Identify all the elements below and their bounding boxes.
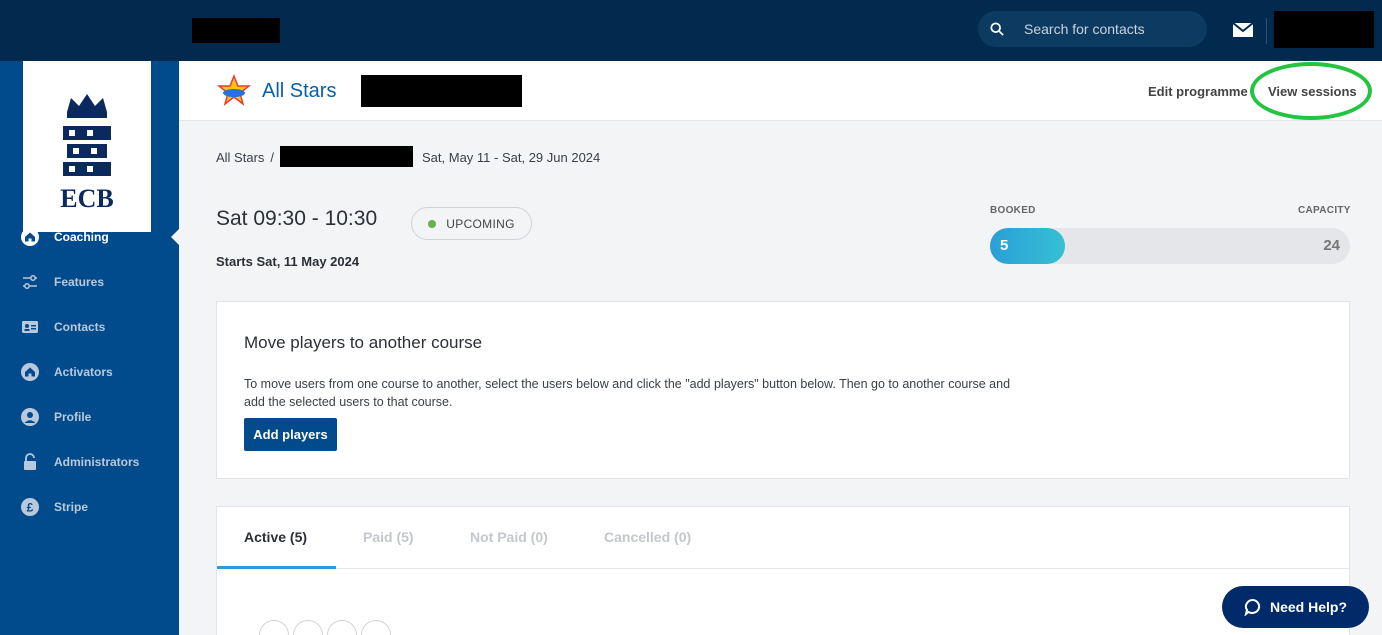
email-icon[interactable] <box>327 620 357 635</box>
programme-title[interactable]: All Stars <box>262 80 336 103</box>
sms-icon[interactable] <box>361 620 391 635</box>
move-players-description: To move users from one course to another… <box>244 377 1011 409</box>
tab-not-paid[interactable]: Not Paid (0) <box>470 529 548 545</box>
booked-label: BOOKED <box>990 205 1036 216</box>
sidebar-item-administrators[interactable]: Administrators <box>0 447 179 477</box>
session-start-date: Starts Sat, 11 May 2024 <box>216 254 360 269</box>
search-placeholder: Search for contacts <box>1024 21 1145 37</box>
sidebar-item-contacts[interactable]: Contacts <box>0 312 179 342</box>
active-indicator <box>171 228 180 246</box>
redacted-user-menu[interactable] <box>1274 11 1374 48</box>
sliders-icon <box>23 275 37 289</box>
booked-count: 5 <box>1000 237 1009 254</box>
tab-active[interactable]: Active (5) <box>244 529 307 545</box>
search-icon <box>990 22 1004 36</box>
id-card-icon <box>22 321 38 333</box>
lock-icon <box>24 453 36 470</box>
redacted-course-name <box>280 146 413 167</box>
need-help-button[interactable]: Need Help? <box>1222 586 1369 628</box>
svg-text:£: £ <box>27 501 34 515</box>
print-icon[interactable] <box>259 620 289 635</box>
tab-cancelled[interactable]: Cancelled (0) <box>604 529 691 545</box>
export-icon[interactable] <box>293 620 323 635</box>
ecb-logo[interactable]: ECB <box>23 61 151 232</box>
capacity-count: 24 <box>1323 237 1340 254</box>
players-tabs-card: Active (5) Paid (5) Not Paid (0) Cancell… <box>216 506 1350 635</box>
highlight-annotation <box>1250 62 1372 120</box>
user-icon <box>21 408 39 426</box>
tab-paid[interactable]: Paid (5) <box>363 529 414 545</box>
status-badge: UPCOMING <box>411 207 532 240</box>
sidebar-item-profile[interactable]: Profile <box>0 402 179 432</box>
sidebar-item-stripe[interactable]: £ Stripe <box>0 492 179 522</box>
sidebar-item-features[interactable]: Features <box>0 267 179 297</box>
sidebar-item-label: Profile <box>54 410 92 424</box>
status-dot-icon <box>428 219 437 228</box>
add-players-button[interactable]: Add players <box>244 418 337 451</box>
all-stars-logo-icon <box>216 74 252 106</box>
capacity-label: CAPACITY <box>1298 205 1351 216</box>
programme-header: All Stars Edit programme View sessions <box>179 61 1382 121</box>
breadcrumb-root[interactable]: All Stars <box>216 150 264 165</box>
mail-icon[interactable] <box>1233 23 1253 37</box>
sidebar-item-label: Stripe <box>54 500 89 514</box>
divider <box>1266 18 1267 44</box>
pound-icon: £ <box>21 498 39 516</box>
sidebar-item-activators[interactable]: Activators <box>0 357 179 387</box>
breadcrumb-separator: / <box>270 150 275 165</box>
session-time: Sat 09:30 - 10:30 <box>216 207 378 230</box>
home-icon <box>21 228 39 246</box>
capacity-bar: 5 24 <box>990 228 1350 264</box>
move-players-card: Move players to another course To move u… <box>216 301 1350 479</box>
sidebar-item-label: Contacts <box>54 320 106 334</box>
active-tab-underline <box>217 566 336 569</box>
chat-bubble-icon <box>1244 598 1261 616</box>
table-toolbar <box>259 620 391 635</box>
tabs-row: Active (5) Paid (5) Not Paid (0) Cancell… <box>217 507 1349 569</box>
sidebar: ECB Coaching Features Contacts Activator… <box>0 61 179 635</box>
home-icon <box>21 363 39 381</box>
sidebar-item-coaching[interactable]: Coaching <box>0 222 179 252</box>
status-label: UPCOMING <box>446 216 515 231</box>
need-help-label: Need Help? <box>1269 599 1347 615</box>
sidebar-item-label: Coaching <box>54 230 109 244</box>
redacted-account-name <box>192 18 280 43</box>
search-box[interactable]: Search for contacts <box>978 11 1207 47</box>
breadcrumb: All Stars / <box>216 150 280 165</box>
crown-lions-emblem <box>63 94 111 176</box>
logo-text: ECB <box>60 184 114 213</box>
sidebar-item-label: Activators <box>54 365 113 379</box>
sidebar-item-label: Administrators <box>54 455 140 469</box>
sidebar-item-label: Features <box>54 275 105 289</box>
edit-programme-link[interactable]: Edit programme <box>1148 84 1248 99</box>
top-bar: Search for contacts <box>0 0 1382 61</box>
move-players-title: Move players to another course <box>244 333 483 352</box>
breadcrumb-date-range: Sat, May 11 - Sat, 29 Jun 2024 <box>422 150 601 165</box>
redacted-programme-name <box>361 75 522 107</box>
